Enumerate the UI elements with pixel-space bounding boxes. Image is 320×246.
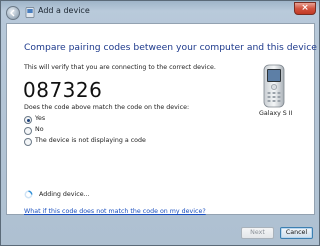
next-button[interactable]: Next — [241, 227, 274, 239]
progress-label: Adding device... — [39, 191, 90, 198]
page-heading: Compare pairing codes between your compu… — [24, 42, 317, 53]
radio-yes[interactable] — [24, 116, 32, 124]
title-bar: Add a device × — [1, 1, 319, 23]
option-label: Yes — [35, 115, 46, 122]
back-arrow-icon — [10, 9, 15, 17]
cancel-button[interactable]: Cancel — [280, 227, 313, 239]
spinner-icon — [24, 190, 33, 199]
button-bar: Next Cancel — [1, 215, 319, 245]
phone-icon — [263, 64, 285, 108]
match-question: Does the code above match the code on th… — [24, 104, 190, 111]
pairing-code: 087326 — [23, 78, 103, 102]
option-label: The device is not displaying a code — [35, 137, 146, 144]
bluetooth-device-icon — [25, 7, 35, 18]
dialog-window: Add a device × Compare pairing codes bet… — [0, 0, 320, 246]
option-label: No — [35, 126, 44, 133]
device-name: Galaxy S II — [259, 110, 293, 117]
radio-no-code[interactable] — [24, 138, 32, 146]
close-icon: × — [301, 3, 309, 13]
subtext: This will verify that you are connecting… — [24, 64, 216, 71]
content-panel: Compare pairing codes between your compu… — [6, 23, 317, 215]
window-title: Add a device — [38, 6, 90, 15]
radio-no[interactable] — [24, 127, 32, 135]
back-button[interactable] — [6, 6, 20, 20]
close-button[interactable]: × — [294, 2, 316, 15]
help-link[interactable]: What if this code does not match the cod… — [24, 208, 206, 215]
